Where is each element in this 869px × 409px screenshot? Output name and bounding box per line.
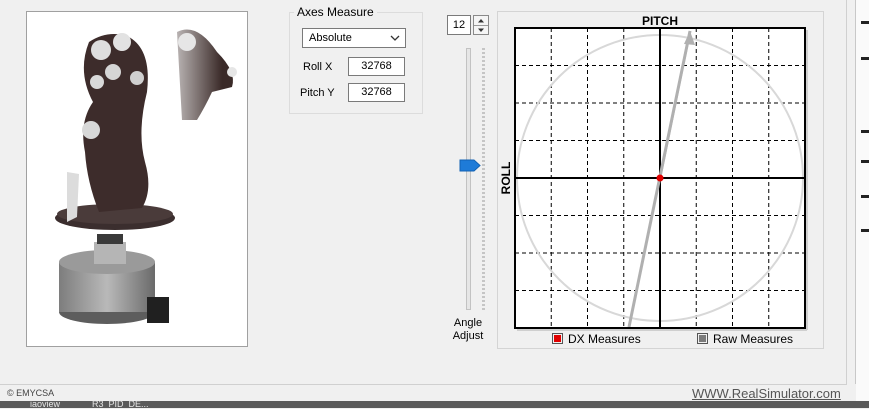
edge-mark [861, 229, 869, 232]
center-dot [656, 174, 664, 182]
raw-legend-label: Raw Measures [713, 332, 794, 346]
edge-mark [861, 160, 869, 163]
pitch-roll-plot: PITCH ROLL [499, 14, 808, 331]
website-link[interactable]: WWW.RealSimulator.com [692, 386, 841, 401]
legend-dx-measures[interactable]: DX Measures [552, 332, 641, 346]
angle-label-line1: Angle [453, 317, 483, 329]
edge-mark [861, 21, 869, 24]
angle-adjust-label: Angle Adjust [441, 317, 495, 343]
roll-x-value[interactable]: 32768 [348, 57, 405, 76]
chevron-down-icon[interactable] [474, 26, 488, 35]
axes-mode-select[interactable]: Absolute [302, 28, 406, 48]
angle-spinner-value[interactable]: 12 [447, 15, 471, 35]
axes-mode-value: Absolute [309, 32, 352, 44]
copyright-text: © EMYCSA [7, 388, 55, 398]
edge-mark [861, 130, 869, 133]
angle-slider-ticks [482, 48, 485, 310]
dx-legend-label: DX Measures [568, 332, 641, 346]
edge-mark [861, 195, 869, 198]
slider-thumb-icon[interactable] [459, 159, 482, 172]
pitch-y-value[interactable]: 32768 [348, 83, 405, 102]
joystick-image [55, 22, 237, 324]
pitch-y-label: Pitch Y [300, 87, 335, 99]
chevron-up-icon[interactable] [474, 16, 488, 26]
angle-spinner-buttons [473, 15, 489, 35]
raw-checkbox[interactable] [697, 333, 708, 344]
roll-x-label: Roll X [303, 61, 333, 73]
pitch-label: PITCH [642, 14, 678, 28]
axes-measure-title: Axes Measure [294, 5, 377, 19]
angle-slider-track[interactable] [466, 48, 471, 310]
roll-label: ROLL [499, 162, 513, 195]
legend-raw-measures[interactable]: Raw Measures [697, 332, 793, 346]
joystick-photo [26, 11, 248, 347]
angle-label-line2: Adjust [452, 330, 484, 342]
edge-mark [861, 57, 869, 60]
dx-checkbox[interactable] [552, 333, 563, 344]
background-window-edge [856, 0, 869, 401]
chevron-down-icon [389, 30, 401, 46]
